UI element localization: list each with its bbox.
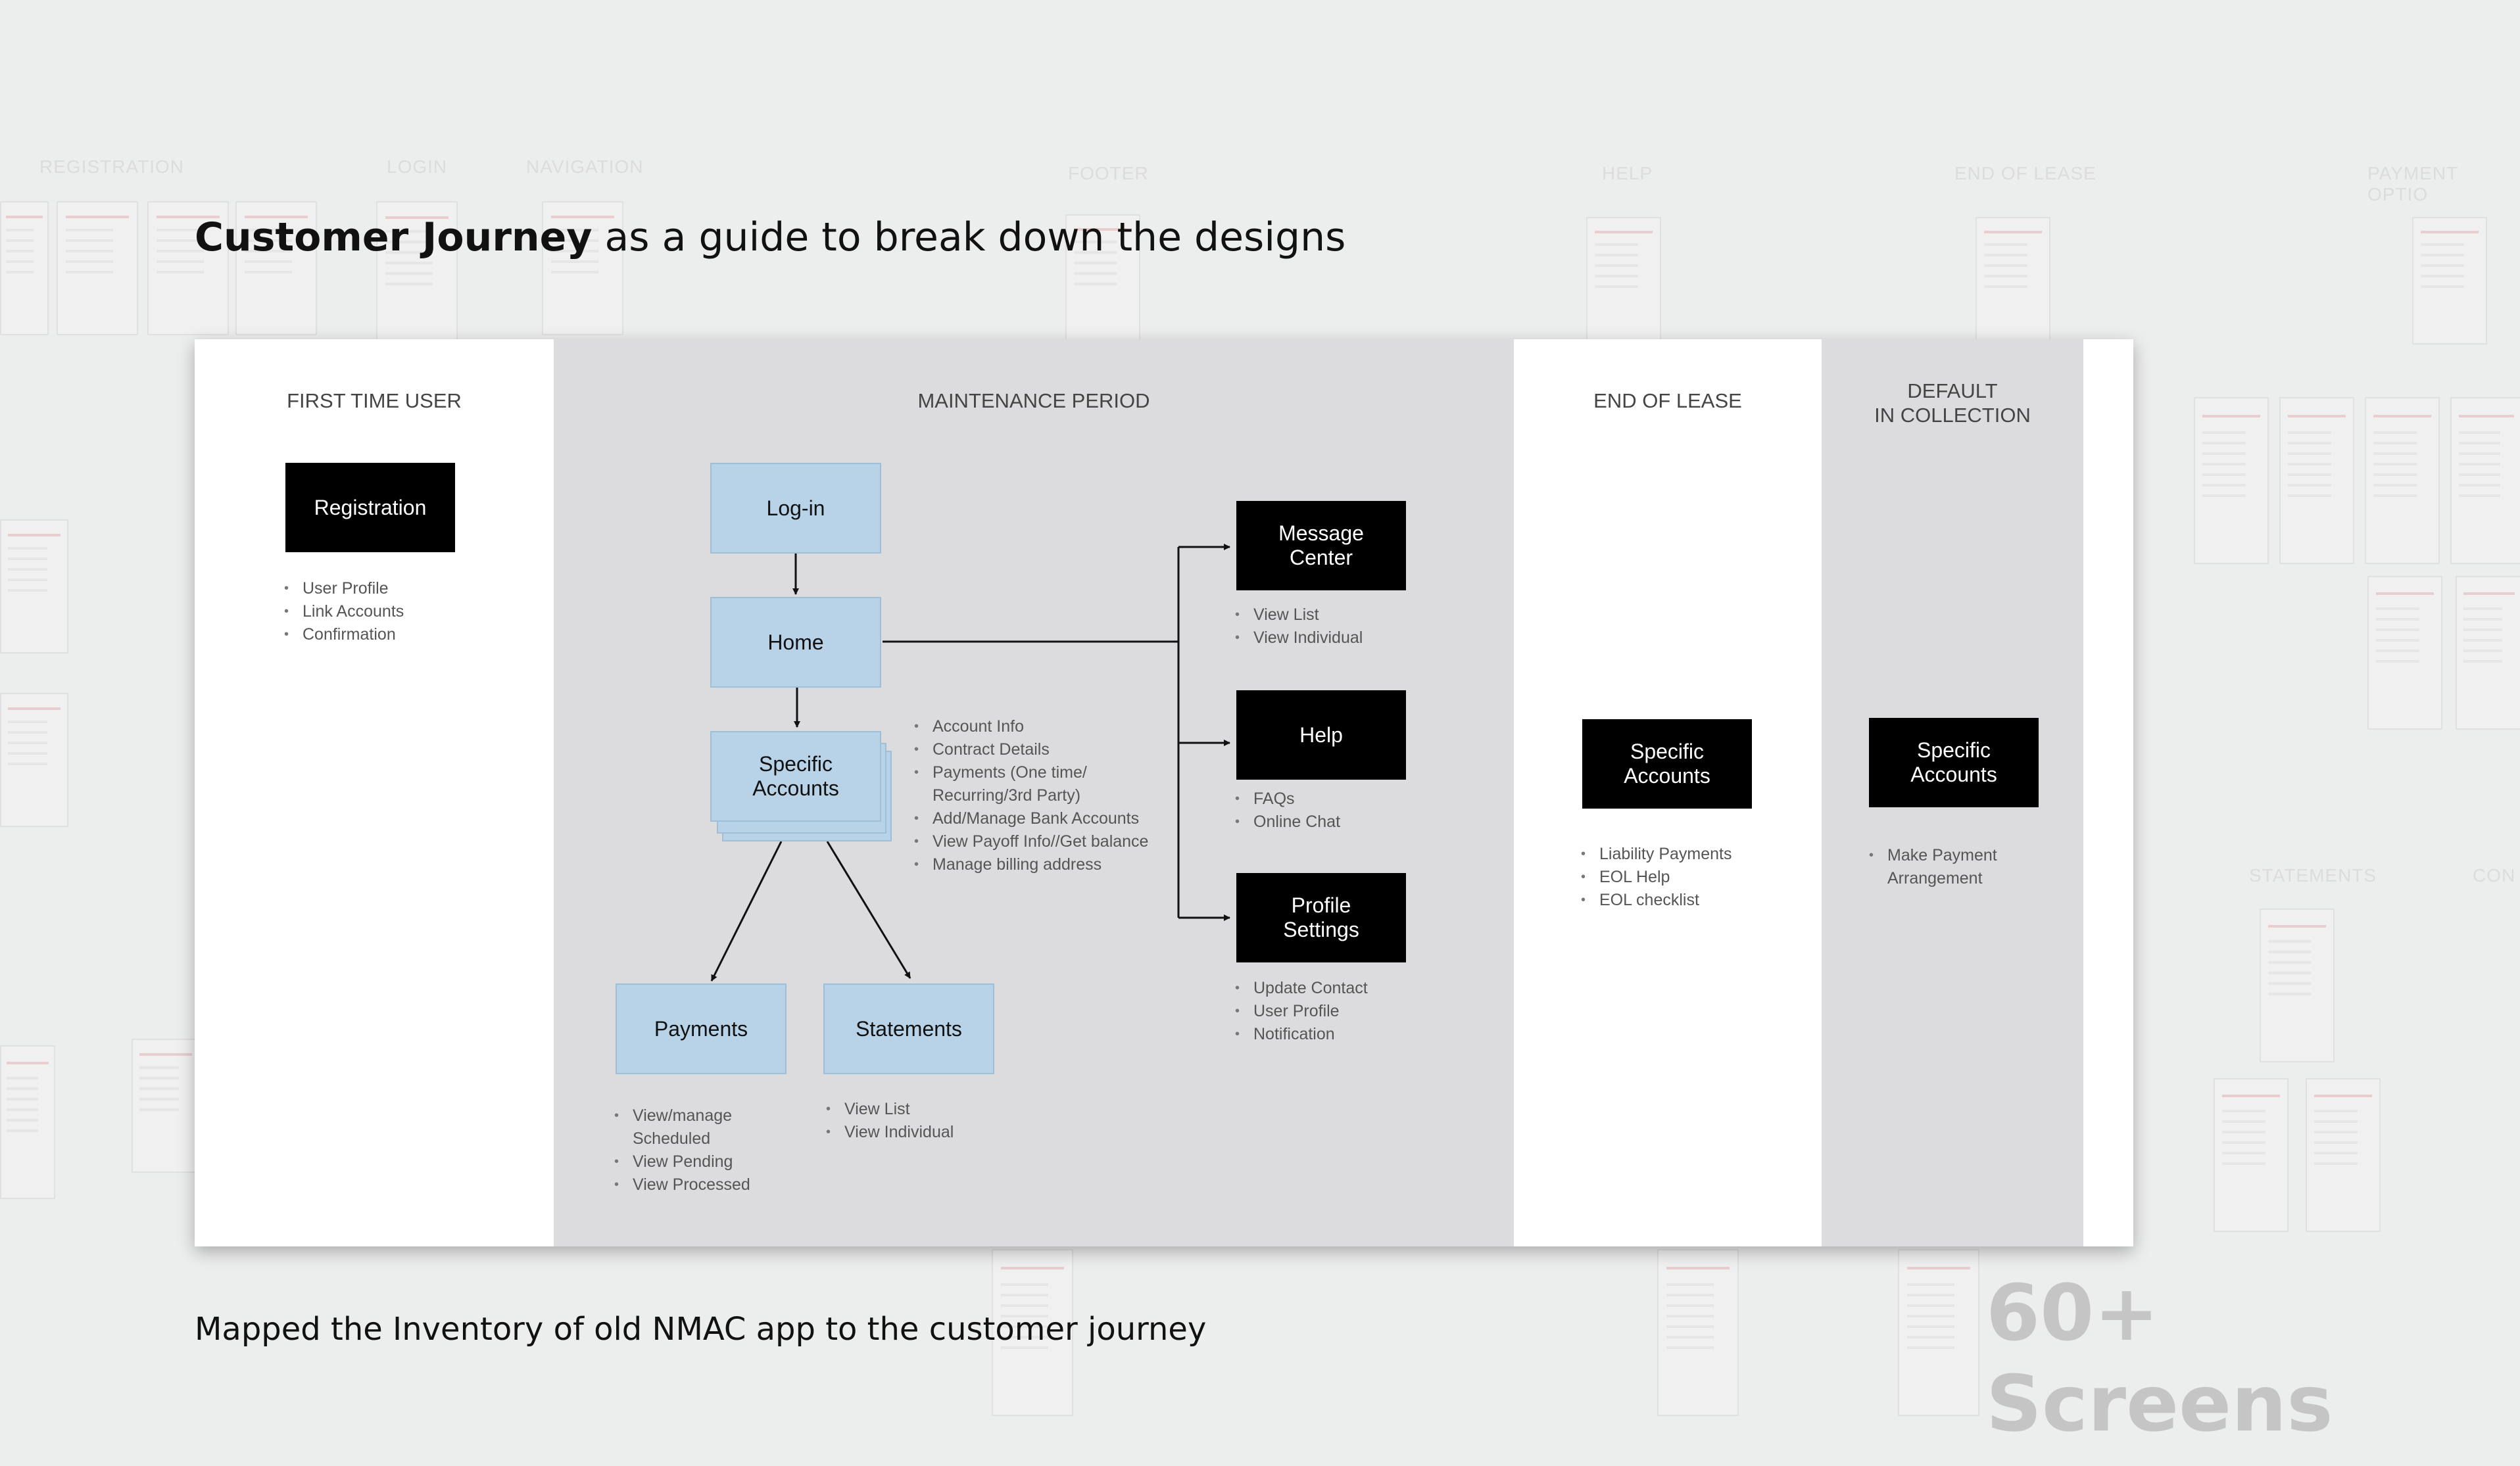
bg-screen-thumbnail — [1657, 1249, 1739, 1416]
bg-screen-thumbnail — [2306, 1078, 2381, 1232]
list-item: EOL checklist — [1581, 889, 1732, 912]
bg-label-navigation: NAVIGATION — [526, 156, 644, 177]
list-item: Add/Manage Bank Accounts — [914, 807, 1148, 830]
connector-arrows — [710, 544, 1230, 981]
list-item: Update Contact — [1235, 977, 1368, 1000]
help-items: FAQs Online Chat — [1235, 788, 1340, 834]
message-center-items: View List View Individual — [1235, 603, 1363, 650]
list-item: View List — [1235, 603, 1363, 627]
bg-screen-thumbnail — [1975, 217, 2050, 344]
headline: Customer Journey as a guide to break dow… — [195, 214, 1345, 260]
bg-screen-thumbnail — [0, 1045, 55, 1199]
bg-screen-thumbnail — [2412, 217, 2487, 344]
list-item: View Individual — [1235, 627, 1363, 650]
node-default-specific-accounts: Specific Accounts — [1869, 718, 2039, 807]
bg-label-footer: FOOTER — [1068, 163, 1149, 183]
journey-diagram: FIRST TIME USER MAINTENANCE PERIOD END O… — [195, 339, 2133, 1246]
node-payments: Payments — [616, 983, 787, 1074]
bg-label-login: LOGIN — [387, 156, 448, 177]
node-message-center: Message Center — [1236, 501, 1406, 590]
bg-label-help: HELP — [1602, 163, 1653, 183]
arrow-accounts-to-payments — [710, 841, 783, 981]
list-item: Online Chat — [1235, 811, 1340, 834]
bg-screen-thumbnail — [2365, 397, 2440, 564]
node-specific-accounts: Specific Accounts — [710, 731, 881, 822]
bg-screen-thumbnail — [1586, 217, 1661, 344]
bg-screen-thumbnail — [2260, 909, 2335, 1062]
screens-count-label: 60+ Screens — [1986, 1267, 2333, 1449]
caption: Mapped the Inventory of old NMAC app to … — [195, 1311, 1207, 1348]
list-item: Liability Payments — [1581, 843, 1732, 866]
node-home: Home — [710, 597, 881, 688]
bg-screen-thumbnail — [2367, 576, 2442, 730]
default-items: Make Payment Arrangement — [1869, 844, 1997, 890]
list-item: Payments (One time/ Recurring/3rd Party) — [914, 761, 1148, 807]
payments-items: View/manage Scheduled View Pending View … — [614, 1104, 750, 1196]
bg-screen-thumbnail — [2456, 576, 2520, 730]
bg-screen-thumbnail — [1898, 1249, 1979, 1416]
list-item: EOL Help — [1581, 866, 1732, 889]
bg-screen-thumbnail — [0, 693, 68, 827]
statements-items: View List View Individual — [826, 1098, 954, 1144]
node-profile-settings: Profile Settings — [1236, 873, 1406, 962]
list-item: FAQs — [1235, 788, 1340, 811]
specific-accounts-items: Account Info Contract Details Payments (… — [914, 715, 1148, 876]
bg-screen-thumbnail — [2279, 397, 2354, 564]
node-login: Log-in — [710, 463, 881, 554]
list-item: Notification — [1235, 1023, 1368, 1046]
eol-items: Liability Payments EOL Help EOL checklis… — [1581, 843, 1732, 912]
profile-settings-items: Update Contact User Profile Notification — [1235, 977, 1368, 1046]
list-item: Confirmation — [284, 623, 404, 646]
list-item: View Individual — [826, 1121, 954, 1144]
node-registration: Registration — [285, 463, 455, 552]
node-eol-specific-accounts: Specific Accounts — [1582, 719, 1752, 809]
list-item: Make Payment Arrangement — [1869, 844, 1997, 890]
bg-screen-thumbnail — [2194, 397, 2269, 564]
list-item: View/manage Scheduled — [614, 1104, 750, 1150]
bg-screen-thumbnail — [0, 519, 68, 653]
list-item: View List — [826, 1098, 954, 1121]
list-item: Contract Details — [914, 738, 1148, 761]
bg-screen-thumbnail — [2450, 397, 2520, 564]
headline-rest: as a guide to break down the designs — [592, 214, 1346, 260]
bg-label-payment-options: PAYMENT OPTIO — [2367, 163, 2458, 204]
bg-label-con: CON — [2473, 865, 2516, 886]
list-item: Link Accounts — [284, 600, 404, 623]
bg-screen-thumbnail — [0, 201, 49, 335]
bg-label-end-of-lease: END OF LEASE — [1954, 163, 2096, 183]
bg-label-registration: REGISTRATION — [39, 156, 184, 177]
bg-screen-thumbnail — [132, 1039, 200, 1173]
list-item: User Profile — [1235, 1000, 1368, 1023]
list-item: Manage billing address — [914, 853, 1148, 876]
list-item: User Profile — [284, 577, 404, 600]
node-statements: Statements — [823, 983, 994, 1074]
registration-items: User Profile Link Accounts Confirmation — [284, 577, 404, 646]
list-item: View Pending — [614, 1150, 750, 1173]
list-item: View Payoff Info//Get balance — [914, 830, 1148, 853]
headline-bold: Customer Journey — [195, 214, 593, 260]
list-item: View Processed — [614, 1173, 750, 1196]
list-item: Account Info — [914, 715, 1148, 738]
bg-screen-thumbnail — [2214, 1078, 2289, 1232]
arrow-accounts-to-statements — [826, 841, 911, 979]
node-help: Help — [1236, 690, 1406, 780]
bg-label-statements: STATEMENTS — [2249, 865, 2377, 886]
bg-screen-thumbnail — [57, 201, 138, 335]
